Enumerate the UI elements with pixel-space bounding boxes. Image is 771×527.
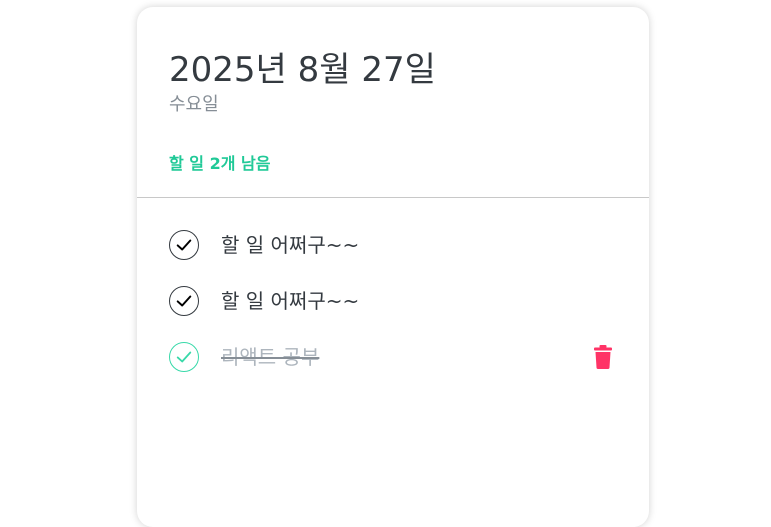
todo-item: 할 일 어쩌구~~ xyxy=(137,275,649,331)
todo-checkbox[interactable] xyxy=(169,230,199,260)
todo-text: 할 일 어쩌구~~ xyxy=(221,233,360,257)
check-icon xyxy=(176,239,192,251)
tasks-left-count: 할 일 2개 남음 xyxy=(169,154,271,173)
check-icon xyxy=(176,351,192,363)
todo-checkbox[interactable] xyxy=(169,286,199,316)
todo-text: 할 일 어쩌구~~ xyxy=(221,289,360,313)
trash-icon[interactable] xyxy=(594,345,612,369)
date-heading: 2025년 8월 27일 xyxy=(169,50,436,90)
todo-checkbox[interactable] xyxy=(169,342,199,372)
weekday-label: 수요일 xyxy=(169,94,219,115)
todo-list: 할 일 어쩌구~~ 할 일 어쩌구~~ 리액트 공부 xyxy=(137,219,649,387)
check-icon xyxy=(176,295,192,307)
todo-item: 할 일 어쩌구~~ xyxy=(137,219,649,275)
todo-header: 2025년 8월 27일 수요일 할 일 2개 남음 xyxy=(137,7,649,198)
todo-card: 2025년 8월 27일 수요일 할 일 2개 남음 할 일 어쩌구~~ 할 일… xyxy=(137,7,649,527)
todo-item: 리액트 공부 xyxy=(137,331,649,387)
todo-text: 리액트 공부 xyxy=(221,345,320,369)
